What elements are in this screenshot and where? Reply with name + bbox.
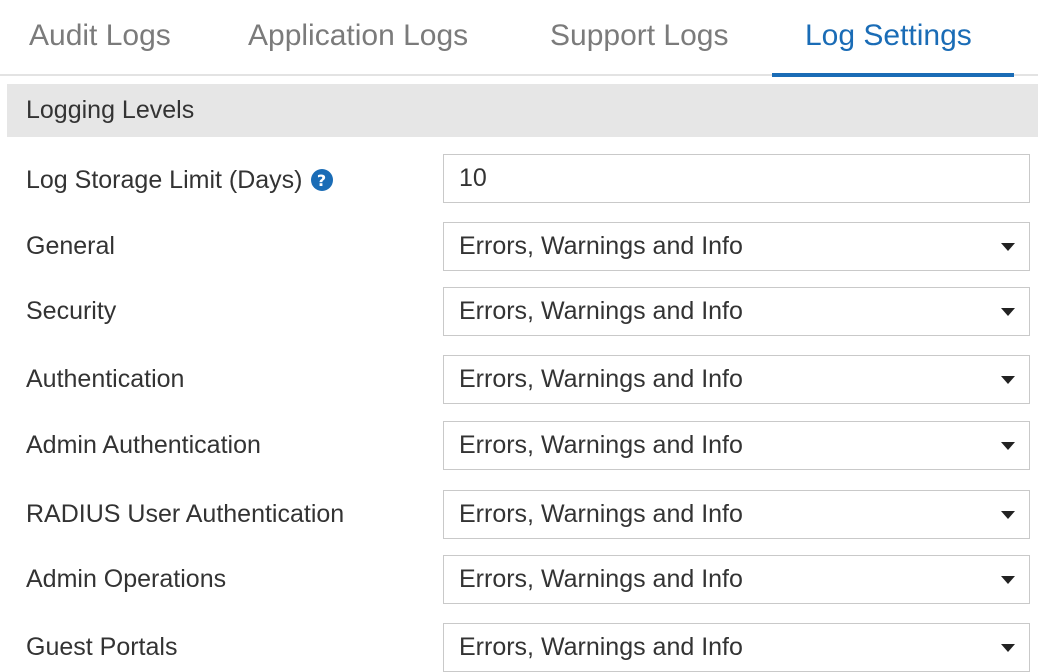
authentication-label: Authentication (26, 364, 185, 393)
authentication-level-select[interactable]: Errors, Warnings and Info (443, 355, 1030, 404)
admin-authentication-label: Admin Authentication (26, 430, 261, 459)
tab-support-logs[interactable]: Support Logs (550, 0, 728, 76)
caret-down-icon (1001, 442, 1015, 450)
tab-log-settings[interactable]: Log Settings (772, 0, 1014, 77)
log-tabs: Audit Logs Application Logs Support Logs… (0, 0, 1038, 77)
log-storage-limit-input[interactable] (443, 154, 1030, 203)
general-level-value: Errors, Warnings and Info (459, 232, 743, 260)
admin-operations-label: Admin Operations (26, 564, 227, 593)
admin-authentication-level-value: Errors, Warnings and Info (459, 431, 743, 459)
caret-down-icon (1001, 243, 1015, 251)
section-header-logging-levels: Logging Levels (7, 84, 1038, 137)
caret-down-icon (1001, 376, 1015, 384)
admin-operations-level-value: Errors, Warnings and Info (459, 565, 743, 593)
security-level-select[interactable]: Errors, Warnings and Info (443, 287, 1030, 336)
guest-portals-level-value: Errors, Warnings and Info (459, 633, 743, 661)
guest-portals-label: Guest Portals (26, 632, 178, 661)
admin-authentication-level-select[interactable]: Errors, Warnings and Info (443, 421, 1030, 470)
caret-down-icon (1001, 308, 1015, 316)
caret-down-icon (1001, 511, 1015, 519)
radius-user-authentication-level-value: Errors, Warnings and Info (459, 500, 743, 528)
security-label: Security (26, 296, 117, 325)
security-level-value: Errors, Warnings and Info (459, 297, 743, 325)
radius-user-authentication-label: RADIUS User Authentication (26, 499, 345, 528)
log-storage-limit-label-text: Log Storage Limit (Days) (26, 165, 303, 194)
tab-audit-logs[interactable]: Audit Logs (29, 0, 171, 76)
log-storage-limit-label: Log Storage Limit (Days) ? (26, 156, 333, 204)
radius-user-authentication-level-select[interactable]: Errors, Warnings and Info (443, 490, 1030, 539)
caret-down-icon (1001, 644, 1015, 652)
caret-down-icon (1001, 576, 1015, 584)
guest-portals-level-select[interactable]: Errors, Warnings and Info (443, 623, 1030, 672)
authentication-level-value: Errors, Warnings and Info (459, 365, 743, 393)
general-level-select[interactable]: Errors, Warnings and Info (443, 222, 1030, 271)
general-label: General (26, 231, 115, 260)
question-circle-icon[interactable]: ? (310, 169, 333, 191)
admin-operations-level-select[interactable]: Errors, Warnings and Info (443, 555, 1030, 604)
tab-application-logs[interactable]: Application Logs (248, 0, 468, 76)
